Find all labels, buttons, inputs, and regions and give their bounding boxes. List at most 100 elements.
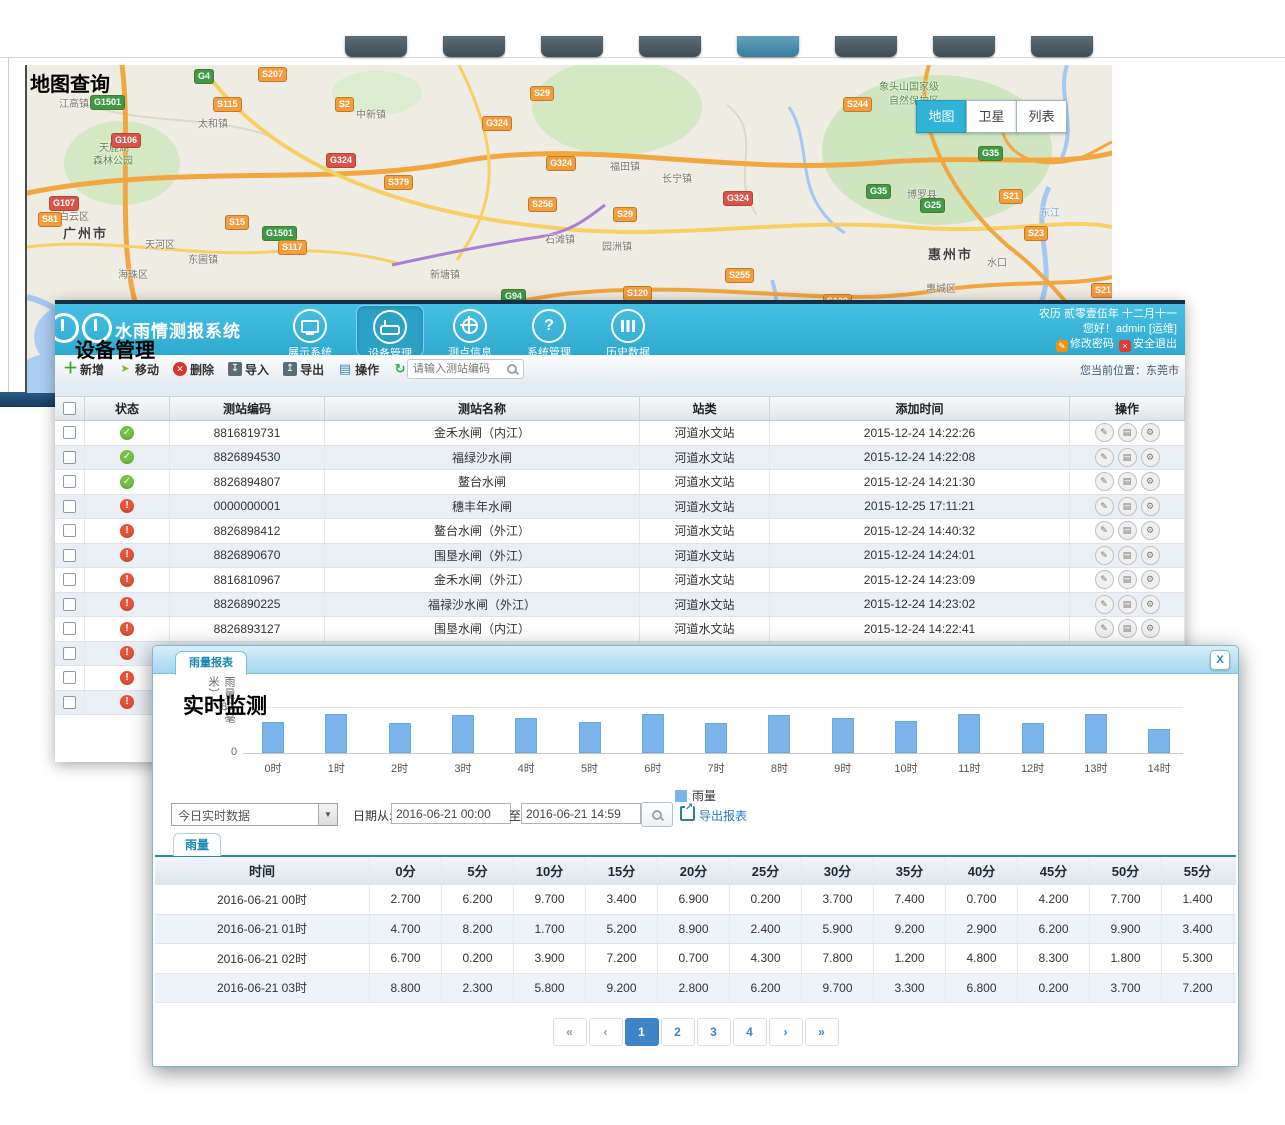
road-badge: S255 xyxy=(725,268,754,283)
screen: 江高镇太和镇中新镇天鹿湖森林公园白云区广州市天河区海珠区东圃镇新塘镇石滩镇园洲镇… xyxy=(0,0,1285,1125)
edit-icon[interactable]: ✎ xyxy=(1095,472,1114,491)
select-all-checkbox[interactable] xyxy=(63,402,76,415)
map-view-option[interactable]: 列表 xyxy=(1016,100,1067,133)
row-checkbox[interactable] xyxy=(63,622,76,635)
archive-icon[interactable]: ▤ xyxy=(1118,497,1137,516)
map-view-map[interactable]: 地图 xyxy=(916,100,967,133)
table-row[interactable]: !8826893127围垦水闸（内江）河道水文站2015-12-24 14:22… xyxy=(55,617,1185,642)
gear-icon[interactable]: ⚙ xyxy=(1141,546,1160,565)
gear-icon[interactable]: ⚙ xyxy=(1141,472,1160,491)
toolbar-button-add[interactable]: ＋新增 xyxy=(63,361,104,378)
background-tab[interactable] xyxy=(345,36,407,57)
query-button[interactable] xyxy=(641,802,673,827)
dialog-tab-rain-report[interactable]: 雨量报表 xyxy=(175,651,247,675)
row-checkbox[interactable] xyxy=(63,426,76,439)
nav-item-chart[interactable]: 历史数据 xyxy=(595,305,661,355)
page-button[interactable]: › xyxy=(769,1018,803,1046)
page-button-current[interactable]: 1 xyxy=(625,1018,659,1046)
archive-icon[interactable]: ▤ xyxy=(1118,521,1137,540)
row-checkbox[interactable] xyxy=(63,475,76,488)
toolbar-button-move[interactable]: ➤移动 xyxy=(118,361,159,378)
row-checkbox[interactable] xyxy=(63,573,76,586)
map-view-option[interactable]: 卫星 xyxy=(966,100,1017,133)
row-checkbox[interactable] xyxy=(63,500,76,513)
added-time: 2015-12-24 14:22:26 xyxy=(770,421,1070,445)
edit-icon[interactable]: ✎ xyxy=(1095,546,1114,565)
gear-icon[interactable]: ⚙ xyxy=(1141,595,1160,614)
gear-icon[interactable]: ⚙ xyxy=(1141,497,1160,516)
row-checkbox[interactable] xyxy=(63,671,76,684)
background-tab[interactable] xyxy=(1031,36,1093,57)
dialog-header[interactable] xyxy=(153,646,1238,674)
row-checkbox[interactable] xyxy=(63,647,76,660)
page-button[interactable]: 3 xyxy=(697,1018,731,1046)
edit-icon[interactable]: ✎ xyxy=(1095,570,1114,589)
gear-icon[interactable]: ⚙ xyxy=(1141,570,1160,589)
nav-item-monitor[interactable]: 展示系统 xyxy=(277,305,343,355)
x-axis-label: 10时 xyxy=(884,760,928,776)
background-tab[interactable] xyxy=(443,36,505,57)
page-button[interactable]: » xyxy=(805,1018,839,1046)
toolbar-button-exp[interactable]: ↥导出 xyxy=(283,361,324,378)
archive-icon[interactable]: ▤ xyxy=(1118,546,1137,565)
background-tab[interactable] xyxy=(933,36,995,57)
edit-icon[interactable]: ✎ xyxy=(1095,448,1114,467)
table-row[interactable]: !8826890670围垦水闸（外江）河道水文站2015-12-24 14:24… xyxy=(55,544,1185,569)
archive-icon[interactable]: ▤ xyxy=(1118,423,1137,442)
archive-icon[interactable]: ▤ xyxy=(1118,472,1137,491)
nav-item-target[interactable]: 测点信息 xyxy=(437,305,503,355)
page-button[interactable]: 2 xyxy=(661,1018,695,1046)
table-row[interactable]: !0000000001穗丰年水闸河道水文站2015-12-25 17:11:21… xyxy=(55,495,1185,520)
row-checkbox[interactable] xyxy=(63,549,76,562)
data-type-select[interactable]: 今日实时数据 ▼ xyxy=(171,803,338,826)
chevron-down-icon[interactable]: ▼ xyxy=(318,804,337,825)
table-row[interactable]: ✓8826894530福绿沙水闸河道水文站2015-12-24 14:22:08… xyxy=(55,446,1185,471)
tab-rain[interactable]: 雨量 xyxy=(173,833,221,856)
nav-item-question[interactable]: ?系统管理 xyxy=(516,305,582,355)
background-tab[interactable] xyxy=(639,36,701,57)
toolbar-button-del[interactable]: ✕删除 xyxy=(173,361,214,378)
table-row[interactable]: !8826898412鳌台水闸（外江）河道水文站2015-12-24 14:40… xyxy=(55,519,1185,544)
archive-icon[interactable]: ▤ xyxy=(1118,595,1137,614)
gear-icon[interactable]: ⚙ xyxy=(1141,423,1160,442)
close-icon[interactable]: X xyxy=(1210,650,1230,670)
change-password-link[interactable]: 修改密码 xyxy=(1070,338,1114,350)
table-row[interactable]: !8816810967金禾水闸（外江）河道水文站2015-12-24 14:23… xyxy=(55,568,1185,593)
row-checkbox[interactable] xyxy=(63,598,76,611)
date-to-input[interactable] xyxy=(521,803,641,824)
background-tab[interactable] xyxy=(737,36,799,57)
export-report-link[interactable]: 导出报表 xyxy=(699,807,747,824)
table-row[interactable]: ✓8816819731金禾水闸（内江）河道水文站2015-12-24 14:22… xyxy=(55,421,1185,446)
gear-icon[interactable]: ⚙ xyxy=(1141,619,1160,638)
edit-icon[interactable]: ✎ xyxy=(1095,521,1114,540)
logout-link[interactable]: 安全退出 xyxy=(1133,338,1177,350)
background-tab[interactable] xyxy=(835,36,897,57)
archive-icon[interactable]: ▤ xyxy=(1118,619,1137,638)
edit-icon[interactable]: ✎ xyxy=(1095,423,1114,442)
page-arrow-button[interactable]: ‹ xyxy=(589,1018,623,1046)
road-badge: S120 xyxy=(623,286,652,301)
edit-icon[interactable]: ✎ xyxy=(1095,619,1114,638)
table-row[interactable]: ✓8826894807鳌台水闸河道水文站2015-12-24 14:21:30✎… xyxy=(55,470,1185,495)
gear-icon[interactable]: ⚙ xyxy=(1141,521,1160,540)
archive-icon[interactable]: ▤ xyxy=(1118,570,1137,589)
background-tab[interactable] xyxy=(541,36,603,57)
row-checkbox[interactable] xyxy=(63,524,76,537)
toolbar-button-imp[interactable]: ↧导入 xyxy=(228,361,269,378)
search-icon[interactable] xyxy=(507,364,517,374)
page-button[interactable]: 4 xyxy=(733,1018,767,1046)
edit-icon[interactable]: ✎ xyxy=(1095,497,1114,516)
nav-item-device[interactable]: 设备管理 xyxy=(356,305,424,355)
toolbar-button-ope[interactable]: ▤操作 xyxy=(338,361,379,378)
page-arrow-button[interactable]: « xyxy=(553,1018,587,1046)
rain-value-cell: 4.200 xyxy=(1018,885,1090,914)
gear-icon[interactable]: ⚙ xyxy=(1141,448,1160,467)
table-row[interactable]: !8826890225福禄沙水闸（外江）河道水文站2015-12-24 14:2… xyxy=(55,593,1185,618)
date-from-input[interactable] xyxy=(391,803,511,824)
row-checkbox[interactable] xyxy=(63,696,76,709)
toolbar-button-label: 导出 xyxy=(300,361,324,378)
archive-icon[interactable]: ▤ xyxy=(1118,448,1137,467)
edit-icon[interactable]: ✎ xyxy=(1095,595,1114,614)
row-checkbox[interactable] xyxy=(63,451,76,464)
x-axis-label: 6时 xyxy=(631,760,675,776)
